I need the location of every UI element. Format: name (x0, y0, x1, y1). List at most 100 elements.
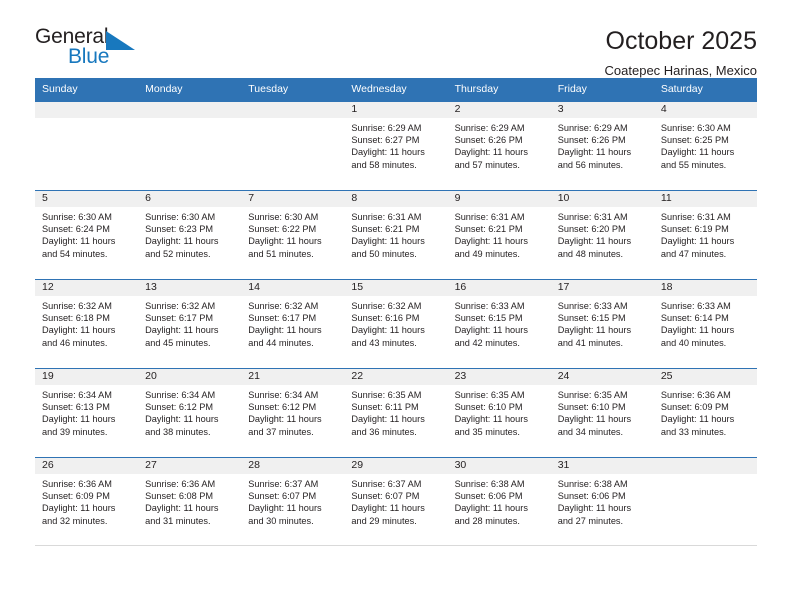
sunset-text: Sunset: 6:26 PM (454, 135, 523, 145)
day-number-band: 1 (344, 101, 448, 118)
sunset-text: Sunset: 6:17 PM (248, 313, 317, 323)
sunrise-text: Sunrise: 6:34 AM (145, 389, 216, 400)
general-blue-logo[interactable]: General Blue (35, 26, 155, 74)
daylight-text-line1: Daylight: 11 hours (557, 147, 632, 158)
sunset-text: Sunset: 6:24 PM (42, 224, 110, 234)
daylight-text-line1: Daylight: 11 hours (351, 325, 425, 336)
calendar-day-cell[interactable]: 28 Sunrise: 6:37 AM Sunset: 6:07 PM Dayligh… (241, 457, 345, 545)
day-details: Sunrise: 6:29 AM Sunset: 6:26 PM Daylight:… (448, 118, 551, 190)
calendar-week-row: 1 Sunrise: 6:29 AM Sunset: 6:27 PM Daylight… (35, 100, 757, 190)
daylight-text-line2: and 46 minutes. (42, 337, 108, 348)
day-number: 20 (145, 370, 157, 383)
calendar-day-cell[interactable]: 20 Sunrise: 6:34 AM Sunset: 6:12 PM Dayligh… (138, 368, 242, 457)
sunset-text: Sunset: 6:11 PM (351, 402, 419, 412)
daylight-text-line1: Daylight: 11 hours (557, 503, 632, 514)
sunset-text: Sunset: 6:06 PM (557, 491, 626, 501)
sunrise-text: Sunrise: 6:33 AM (660, 300, 731, 311)
daylight-text-line2: and 36 minutes. (351, 426, 417, 437)
day-details: Sunrise: 6:31 AM Sunset: 6:19 PM Daylight:… (654, 207, 757, 279)
calendar-day-cell[interactable]: 16 Sunrise: 6:33 AM Sunset: 6:15 PM Dayligh… (447, 279, 551, 368)
sunrise-text: Sunrise: 6:29 AM (351, 122, 422, 133)
sunset-text: Sunset: 6:19 PM (660, 224, 729, 234)
sunset-text: Sunset: 6:18 PM (42, 313, 110, 323)
day-number: 15 (351, 281, 364, 294)
calendar-week-row: 5 Sunrise: 6:30 AM Sunset: 6:24 PM Daylight… (35, 189, 757, 279)
calendar-day-cell[interactable]: 4 Sunrise: 6:30 AM Sunset: 6:25 PM Daylight… (653, 101, 757, 190)
calendar-day-cell[interactable]: 8 Sunrise: 6:31 AM Sunset: 6:21 PM Daylight… (344, 190, 448, 279)
calendar-day-cell[interactable]: 14 Sunrise: 6:32 AM Sunset: 6:17 PM Dayligh… (241, 279, 345, 368)
calendar-day-cell[interactable]: 2 Sunrise: 6:29 AM Sunset: 6:26 PM Daylight… (447, 101, 551, 190)
calendar-day-cell[interactable]: 5 Sunrise: 6:30 AM Sunset: 6:24 PM Daylight… (35, 190, 139, 279)
calendar-day-cell[interactable]: 15 Sunrise: 6:32 AM Sunset: 6:16 PM Dayligh… (344, 279, 448, 368)
calendar-day-cell[interactable]: 3 Sunrise: 6:29 AM Sunset: 6:26 PM Daylight… (550, 101, 654, 190)
day-details: Sunrise: 6:32 AM Sunset: 6:17 PM Daylight:… (241, 296, 344, 368)
daylight-text-line1: Daylight: 11 hours (557, 236, 632, 247)
daylight-text-line2: and 28 minutes. (454, 515, 520, 526)
day-number-band: 2 (447, 101, 551, 118)
title-block: October 2025 Coatepec Harinas, Mexico (605, 26, 757, 78)
calendar-day-cell[interactable]: 10 Sunrise: 6:31 AM Sunset: 6:20 PM Dayligh… (550, 190, 654, 279)
sunrise-text: Sunrise: 6:37 AM (351, 478, 422, 489)
day-number-band (241, 101, 345, 118)
calendar-day-cell[interactable]: 11 Sunrise: 6:31 AM Sunset: 6:19 PM Dayligh… (653, 190, 757, 279)
day-number: 19 (42, 370, 54, 383)
calendar-day-cell[interactable]: 25 Sunrise: 6:36 AM Sunset: 6:09 PM Dayligh… (653, 368, 757, 457)
daylight-text-line2: and 35 minutes. (454, 426, 520, 437)
calendar-day-cell[interactable]: 7 Sunrise: 6:30 AM Sunset: 6:22 PM Daylight… (241, 190, 345, 279)
calendar-page: General Blue October 2025 Coatepec Harin… (0, 0, 792, 612)
day-number-band: 25 (653, 368, 757, 385)
calendar-day-cell[interactable]: 1 Sunrise: 6:29 AM Sunset: 6:27 PM Daylight… (344, 101, 448, 190)
sunrise-text: Sunrise: 6:30 AM (660, 122, 731, 133)
calendar-day-cell[interactable]: 31 Sunrise: 6:38 AM Sunset: 6:06 PM Dayligh… (550, 457, 654, 545)
day-details: Sunrise: 6:32 AM Sunset: 6:16 PM Daylight:… (344, 296, 447, 368)
daylight-text-line1: Daylight: 11 hours (660, 325, 735, 336)
day-details: Sunrise: 6:34 AM Sunset: 6:13 PM Daylight:… (35, 385, 138, 457)
day-details: Sunrise: 6:33 AM Sunset: 6:15 PM Daylight:… (448, 296, 551, 368)
daylight-text-line2: and 48 minutes. (557, 248, 624, 259)
day-number-band: 26 (35, 457, 139, 474)
calendar-day-cell[interactable]: 17 Sunrise: 6:33 AM Sunset: 6:15 PM Dayligh… (550, 279, 654, 368)
calendar-day-cell[interactable]: 27 Sunrise: 6:36 AM Sunset: 6:08 PM Dayligh… (138, 457, 242, 545)
sunset-text: Sunset: 6:10 PM (454, 402, 523, 412)
calendar-day-cell[interactable]: 6 Sunrise: 6:30 AM Sunset: 6:23 PM Daylight… (138, 190, 242, 279)
calendar-day-cell[interactable]: 12 Sunrise: 6:32 AM Sunset: 6:18 PM Dayligh… (35, 279, 139, 368)
calendar-day-cell[interactable]: 9 Sunrise: 6:31 AM Sunset: 6:21 PM Daylight… (447, 190, 551, 279)
sunset-text: Sunset: 6:12 PM (248, 402, 317, 412)
calendar-day-cell[interactable]: 21 Sunrise: 6:34 AM Sunset: 6:12 PM Dayligh… (241, 368, 345, 457)
page-subtitle: Coatepec Harinas, Mexico (604, 62, 757, 78)
sunrise-text: Sunrise: 6:38 AM (557, 478, 628, 489)
calendar-day-cell[interactable]: 19 Sunrise: 6:34 AM Sunset: 6:13 PM Dayligh… (35, 368, 139, 457)
sunset-text: Sunset: 6:09 PM (42, 491, 110, 501)
day-number-band: 4 (653, 101, 757, 118)
calendar-day-cell[interactable]: 30 Sunrise: 6:38 AM Sunset: 6:06 PM Dayligh… (447, 457, 551, 545)
day-number: 13 (145, 281, 157, 294)
calendar-week-row: 26 Sunrise: 6:36 AM Sunset: 6:09 PM Dayligh… (35, 456, 757, 546)
daylight-text-line1: Daylight: 11 hours (42, 325, 116, 336)
daylight-text-line1: Daylight: 11 hours (454, 503, 528, 514)
calendar-day-cell[interactable]: 13 Sunrise: 6:32 AM Sunset: 6:17 PM Dayligh… (138, 279, 242, 368)
sunset-text: Sunset: 6:17 PM (145, 313, 214, 323)
sunrise-text: Sunrise: 6:36 AM (145, 478, 216, 489)
daylight-text-line2: and 58 minutes. (351, 159, 417, 170)
day-details: Sunrise: 6:31 AM Sunset: 6:21 PM Daylight:… (448, 207, 551, 279)
calendar-day-cell[interactable]: 29 Sunrise: 6:37 AM Sunset: 6:07 PM Dayligh… (344, 457, 448, 545)
calendar-day-cell-empty (138, 101, 242, 190)
day-number-band: 21 (241, 368, 345, 385)
sunrise-text: Sunrise: 6:30 AM (145, 211, 216, 222)
daylight-text-line1: Daylight: 11 hours (660, 414, 735, 425)
sunset-text: Sunset: 6:21 PM (351, 224, 420, 234)
day-number-band: 20 (138, 368, 242, 385)
day-number-band: 23 (447, 368, 551, 385)
calendar-day-cell[interactable]: 18 Sunrise: 6:33 AM Sunset: 6:14 PM Dayligh… (653, 279, 757, 368)
daylight-text-line1: Daylight: 11 hours (557, 414, 632, 425)
daylight-text-line2: and 38 minutes. (145, 426, 211, 437)
day-number: 5 (42, 192, 48, 205)
day-details: Sunrise: 6:38 AM Sunset: 6:06 PM Daylight:… (448, 474, 551, 545)
calendar-day-cell[interactable]: 26 Sunrise: 6:36 AM Sunset: 6:09 PM Dayligh… (35, 457, 139, 545)
day-details (654, 474, 757, 545)
calendar-day-cell[interactable]: 22 Sunrise: 6:35 AM Sunset: 6:11 PM Dayligh… (344, 368, 448, 457)
day-number-band: 6 (138, 190, 242, 207)
daylight-text-line2: and 57 minutes. (454, 159, 520, 170)
calendar-day-cell[interactable]: 23 Sunrise: 6:35 AM Sunset: 6:10 PM Dayligh… (447, 368, 551, 457)
calendar-day-cell[interactable]: 24 Sunrise: 6:35 AM Sunset: 6:10 PM Dayligh… (550, 368, 654, 457)
